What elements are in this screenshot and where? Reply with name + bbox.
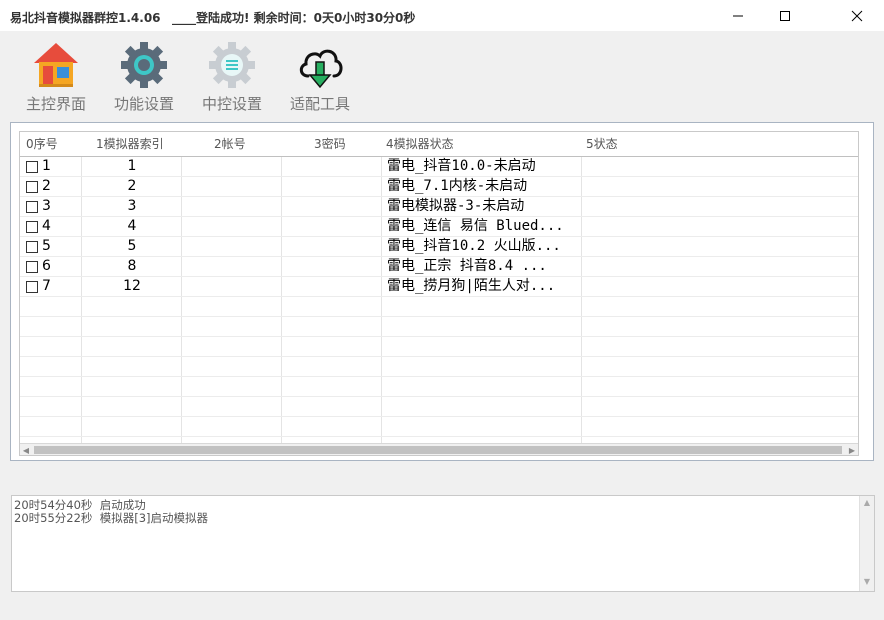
cell-index: 12 [123, 278, 141, 294]
log-line: 20时55分22秒 模拟器[3]启动模拟器 [14, 511, 208, 525]
row-checkbox[interactable] [26, 221, 38, 233]
cell-index: 8 [127, 258, 137, 274]
central-settings-button[interactable]: 中控设置 [192, 40, 272, 115]
table-row[interactable]: 4 4 雷电_连信 易信 Blued... [20, 217, 858, 237]
vertical-scrollbar[interactable]: ▲ ▼ [859, 496, 874, 591]
minimize-icon [733, 15, 743, 16]
empty-row [20, 417, 858, 437]
gear-icon [121, 42, 167, 88]
cell-index: 4 [127, 218, 137, 234]
cell-seq: 3 [42, 198, 51, 214]
emulator-table: 0序号 1模拟器索引 2帐号 3密码 4模拟器状态 5状态 1 1 雷电_抖音1… [19, 131, 859, 456]
column-header-status[interactable]: 5状态 [580, 132, 618, 156]
cell-seq: 2 [42, 178, 51, 194]
row-checkbox[interactable] [26, 241, 38, 253]
main-control-button[interactable]: 主控界面 [16, 40, 96, 115]
horizontal-scrollbar[interactable]: ◀ ▶ [20, 443, 858, 455]
scroll-up-icon[interactable]: ▲ [860, 498, 874, 510]
table-row[interactable]: 1 1 雷电_抖音10.0-未启动 [20, 157, 858, 177]
close-button[interactable] [834, 0, 880, 31]
settings-gear-icon [209, 42, 255, 88]
title-bar: 易北抖音模拟器群控1.4.06 ____登陆成功! 剩余时间：0天0小时30分0… [0, 0, 884, 31]
window-title: 易北抖音模拟器群控1.4.06 [10, 11, 161, 25]
cell-index: 5 [127, 238, 137, 254]
adapter-tool-label: 适配工具 [289, 95, 350, 113]
row-checkbox[interactable] [26, 181, 38, 193]
log-textarea[interactable]: 20时54分40秒 启动成功 20时55分22秒 模拟器[3]启动模拟器 ▲ ▼ [11, 495, 875, 592]
function-settings-button[interactable]: 功能设置 [104, 40, 184, 115]
row-checkbox[interactable] [26, 161, 38, 173]
cell-emulator-status: 雷电_连信 易信 Blued... [387, 218, 564, 234]
table-row[interactable]: 3 3 雷电模拟器-3-未启动 [20, 197, 858, 217]
empty-row [20, 377, 858, 397]
empty-row [20, 397, 858, 417]
cell-emulator-status: 雷电_7.1内核-未启动 [387, 178, 528, 194]
column-header-password[interactable]: 3密码 [308, 132, 346, 156]
cell-emulator-status: 雷电_捞月狗|陌生人对... [387, 278, 556, 294]
cell-index: 1 [127, 158, 137, 174]
cell-seq: 1 [42, 158, 51, 174]
login-status-text: ____登陆成功! 剩余时间：0天0小时30分0秒 [172, 11, 416, 25]
table-row[interactable]: 2 2 雷电_7.1内核-未启动 [20, 177, 858, 197]
empty-row [20, 337, 858, 357]
empty-row [20, 317, 858, 337]
empty-row [20, 297, 858, 317]
table-row[interactable]: 7 12 雷电_捞月狗|陌生人对... [20, 277, 858, 297]
main-control-label: 主控界面 [25, 95, 86, 113]
cell-seq: 6 [42, 258, 51, 274]
maximize-button[interactable] [762, 0, 808, 31]
minimize-button[interactable] [715, 0, 761, 31]
table-row[interactable]: 6 8 雷电_正宗 抖音8.4 ... [20, 257, 858, 277]
cell-seq: 7 [42, 278, 51, 294]
column-header-seq[interactable]: 0序号 [20, 132, 58, 156]
row-checkbox[interactable] [26, 201, 38, 213]
column-header-account[interactable]: 2帐号 [208, 132, 246, 156]
close-icon [851, 10, 863, 21]
cell-emulator-status: 雷电_正宗 抖音8.4 ... [387, 258, 547, 274]
cell-seq: 4 [42, 218, 51, 234]
cell-index: 3 [127, 198, 137, 214]
column-header-index[interactable]: 1模拟器索引 [90, 132, 164, 156]
emulator-table-panel: 0序号 1模拟器索引 2帐号 3密码 4模拟器状态 5状态 1 1 雷电_抖音1… [10, 122, 874, 461]
table-row[interactable]: 5 5 雷电_抖音10.2 火山版... [20, 237, 858, 257]
scroll-right-icon[interactable]: ▶ [846, 444, 858, 455]
cell-emulator-status: 雷电_抖音10.0-未启动 [387, 158, 536, 174]
cloud-download-icon [299, 49, 343, 89]
maximize-icon [780, 10, 790, 21]
empty-row [20, 357, 858, 377]
scrollbar-thumb[interactable] [34, 446, 842, 454]
column-header-emulator-status[interactable]: 4模拟器状态 [380, 132, 454, 156]
cell-index: 2 [127, 178, 137, 194]
scroll-down-icon[interactable]: ▼ [860, 577, 874, 589]
cell-emulator-status: 雷电_抖音10.2 火山版... [387, 238, 561, 254]
row-checkbox[interactable] [26, 281, 38, 293]
adapter-tool-button[interactable]: 适配工具 [280, 40, 360, 115]
cell-seq: 5 [42, 238, 51, 254]
house-icon [34, 43, 78, 87]
row-checkbox[interactable] [26, 261, 38, 273]
cell-emulator-status: 雷电模拟器-3-未启动 [387, 198, 525, 214]
function-settings-label: 功能设置 [113, 95, 174, 113]
scroll-left-icon[interactable]: ◀ [20, 444, 32, 455]
central-settings-label: 中控设置 [201, 95, 262, 113]
